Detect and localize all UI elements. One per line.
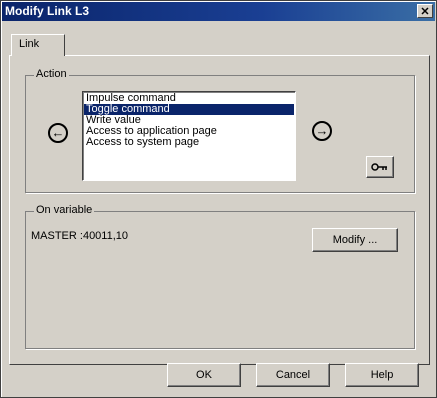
close-button[interactable]: ✕: [417, 4, 433, 18]
tab-link-label: Link: [19, 38, 40, 50]
modify-button-label: Modify ...: [332, 234, 378, 246]
help-button[interactable]: Help: [345, 363, 419, 387]
cancel-button[interactable]: Cancel: [256, 363, 330, 387]
variable-group-label: On variable: [34, 204, 95, 216]
close-icon: ✕: [420, 6, 430, 18]
tab-link[interactable]: Link: [11, 34, 65, 56]
move-left-button[interactable]: ←: [48, 123, 68, 143]
list-item[interactable]: Access to system page: [84, 137, 294, 148]
cancel-button-label: Cancel: [275, 369, 311, 381]
arrow-right-icon: →: [315, 123, 329, 138]
action-group-label: Action: [34, 68, 69, 80]
move-right-button[interactable]: →: [312, 121, 332, 141]
window-title: Modify Link L3: [5, 4, 89, 18]
variable-value: MASTER :40011,10: [31, 230, 129, 242]
dialog-window: Modify Link L3 ✕ Link Action ← Impulse c…: [0, 0, 437, 398]
ok-button[interactable]: OK: [167, 363, 241, 387]
variable-group: On variable MASTER :40011,10 Modify ...: [25, 204, 415, 349]
key-button[interactable]: [366, 156, 394, 178]
modify-button[interactable]: Modify ...: [312, 228, 398, 252]
title-bar[interactable]: Modify Link L3 ✕: [2, 2, 435, 21]
ok-button-label: OK: [196, 369, 212, 381]
key-icon: [371, 163, 387, 171]
arrow-left-icon: ←: [51, 125, 65, 140]
help-button-label: Help: [370, 369, 394, 381]
action-group: Action ← Impulse command Toggle command …: [25, 68, 415, 193]
action-listbox[interactable]: Impulse command Toggle command Write val…: [82, 91, 296, 181]
